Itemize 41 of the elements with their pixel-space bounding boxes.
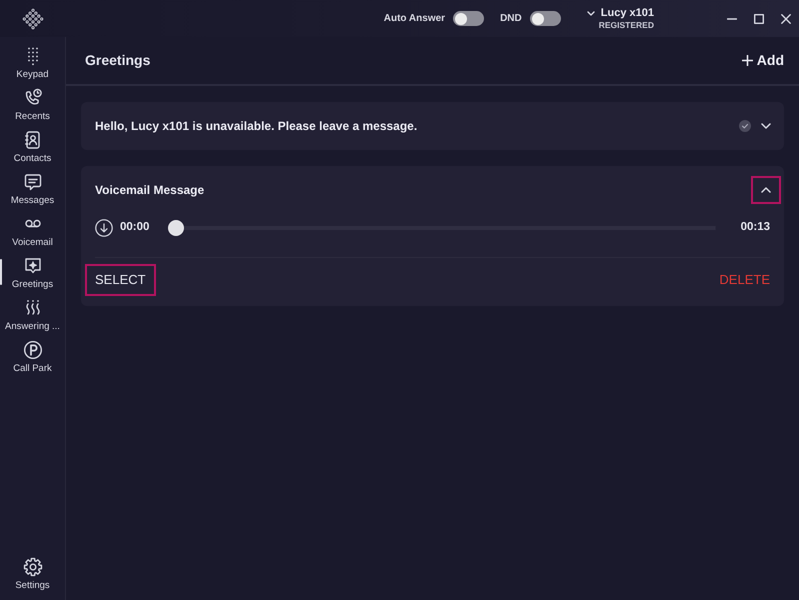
maximize-icon xyxy=(754,14,764,24)
chevron-down-icon xyxy=(586,10,595,16)
select-button[interactable]: SELECT xyxy=(85,264,156,296)
close-icon xyxy=(780,14,790,24)
sidebar-item[interactable]: Greetings xyxy=(0,254,65,293)
registration-status: REGISTERED xyxy=(598,20,654,30)
slider-thumb[interactable] xyxy=(168,220,184,236)
chevron-down-icon xyxy=(761,123,771,129)
toggle-label: DND xyxy=(500,12,522,26)
sidebar-item[interactable]: Recents xyxy=(0,86,65,125)
sidebar-item[interactable]: Voicemail xyxy=(0,212,65,251)
delete-button[interactable]: DELETE xyxy=(709,264,780,296)
sidebar-item[interactable]: Settings xyxy=(0,555,65,594)
account-name: Lucy x101 xyxy=(600,6,654,20)
duration-time: 00:13 xyxy=(740,220,770,236)
elapsed-time: 00:00 xyxy=(120,220,150,236)
parking-icon xyxy=(22,340,42,360)
minimize-icon xyxy=(726,18,736,20)
chat-bubble-icon xyxy=(22,172,42,192)
sidebar-item[interactable]: Answering ... xyxy=(0,296,65,335)
download-button[interactable] xyxy=(95,219,113,237)
sidebar-item[interactable]: Messages xyxy=(0,170,65,209)
page-title: Greetings xyxy=(85,51,150,70)
logo-icon xyxy=(22,8,44,30)
greeting-title: Voicemail Message xyxy=(95,182,206,199)
chevron-up-icon xyxy=(761,187,771,193)
toggle-switch[interactable] xyxy=(530,11,561,26)
sidebar-item[interactable]: Keypad xyxy=(0,44,65,83)
download-icon xyxy=(95,219,113,237)
sidebar-item[interactable]: Contacts xyxy=(0,128,65,167)
add-button[interactable]: Add xyxy=(742,50,784,71)
greeting-title: Hello, Lucy x101 is unavailable. Please leave a message. xyxy=(95,118,418,135)
toggle-label: Auto Answer xyxy=(384,12,446,26)
toggle-switch[interactable] xyxy=(453,11,484,26)
sparkle-bubble-icon xyxy=(22,256,42,276)
settings-icon xyxy=(22,557,42,577)
collapse-button[interactable] xyxy=(751,176,781,204)
sidebar-item[interactable]: Call Park xyxy=(0,338,65,377)
contact-card-icon xyxy=(22,130,42,150)
plus-icon xyxy=(742,55,753,66)
account-menu-button[interactable]: Lucy x101 REGISTERED xyxy=(586,6,654,30)
